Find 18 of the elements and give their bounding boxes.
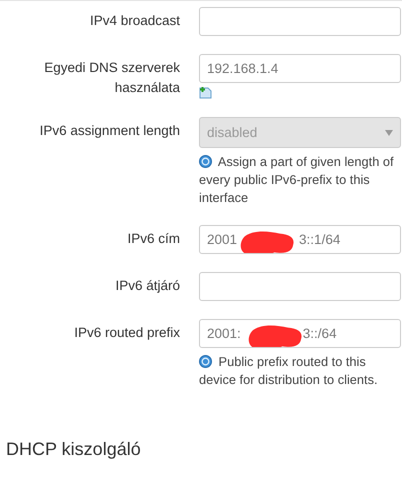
input-field[interactable]: 192.168.1.4 <box>199 54 401 83</box>
dropdown-arrow-icon <box>385 130 393 136</box>
help-icon <box>199 155 212 168</box>
field-label: IPv4 broadcast <box>88 12 180 30</box>
section-heading: DHCP kiszolgáló <box>6 439 141 460</box>
field-label: IPv6 átjáró <box>114 277 180 295</box>
field-label: IPv6 routed prefix <box>73 324 180 342</box>
field-label: Egyedi DNS szerverek használata <box>43 59 180 97</box>
input-field[interactable]: 2001 3::1/64 <box>199 225 401 254</box>
add-entry-icon[interactable] <box>199 86 212 99</box>
help-text: Assign a part of given length of every public IPv6-prefix to this interface <box>199 153 395 207</box>
help-icon <box>199 355 212 368</box>
field-label: IPv6 cím <box>126 230 180 248</box>
input-field[interactable] <box>199 7 401 36</box>
help-text: Public prefix routed to this device for distribution to clients. <box>199 353 379 389</box>
field-label: IPv6 assignment length <box>38 122 180 140</box>
input-field[interactable] <box>199 272 401 301</box>
input-field[interactable]: 2001: 3::/64 <box>199 319 401 348</box>
